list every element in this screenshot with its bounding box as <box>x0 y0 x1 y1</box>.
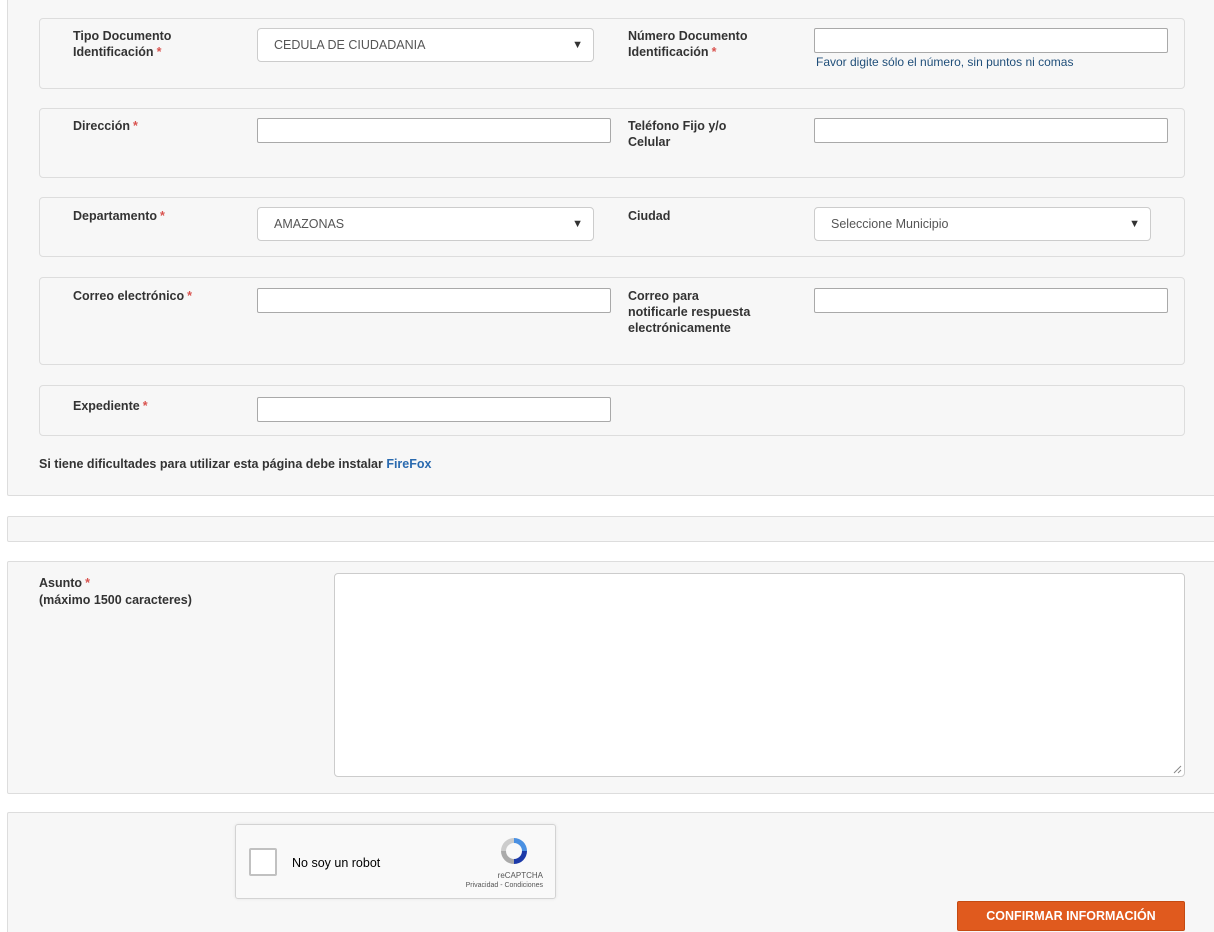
correo-notificar-label: Correo para notificarle respuesta electr… <box>628 289 751 335</box>
ciudad-select[interactable]: Seleccione Municipio ▼ <box>814 207 1151 241</box>
expediente-input[interactable] <box>257 397 611 422</box>
departamento-select[interactable]: AMAZONAS ▼ <box>257 207 594 241</box>
departamento-value: AMAZONAS <box>274 217 345 231</box>
ciudad-label: Ciudad <box>628 209 671 223</box>
recaptcha-brand: reCAPTCHA <box>497 871 543 880</box>
direccion-input[interactable] <box>257 118 611 143</box>
numero-documento-label: Número Documento Identificación * <box>628 29 748 59</box>
required-mark: * <box>187 289 193 303</box>
confirmar-button[interactable]: CONFIRMAR INFORMACIÓN <box>957 901 1185 931</box>
firefox-link[interactable]: FireFox <box>386 457 431 471</box>
departamento-label: Departamento * <box>73 209 165 223</box>
recaptcha-widget: No soy un robot reCAPTCHA Privacidad - C… <box>235 824 556 899</box>
asunto-sublabel: (máximo 1500 caracteres) <box>39 593 192 607</box>
correo-label: Correo electrónico * <box>73 289 193 303</box>
required-mark: * <box>142 399 148 413</box>
asunto-textarea[interactable] <box>334 573 1185 777</box>
separator-panel <box>7 516 1214 542</box>
firefox-note: Si tiene dificultades para utilizar esta… <box>39 457 431 471</box>
asunto-label: Asunto * <box>39 576 90 590</box>
recaptcha-label: No soy un robot <box>292 856 381 870</box>
triangle-down-icon: ▼ <box>572 218 583 230</box>
tipo-documento-label: Tipo Documento Identificación * <box>73 29 172 59</box>
triangle-down-icon: ▼ <box>1129 218 1140 230</box>
required-mark: * <box>156 45 162 59</box>
correo-notificar-input[interactable] <box>814 288 1168 313</box>
recaptcha-links[interactable]: Privacidad - Condiciones <box>466 882 543 889</box>
required-mark: * <box>132 119 138 133</box>
telefono-input[interactable] <box>814 118 1168 143</box>
triangle-down-icon: ▼ <box>572 39 583 51</box>
row-expediente <box>39 385 1185 436</box>
direccion-label: Dirección * <box>73 119 138 133</box>
required-mark: * <box>85 576 90 590</box>
numero-documento-input[interactable] <box>814 28 1168 53</box>
resize-handle-icon[interactable] <box>1172 764 1182 774</box>
recaptcha-checkbox[interactable] <box>249 848 277 876</box>
telefono-label: Teléfono Fijo y/o Celular <box>628 119 727 149</box>
required-mark: * <box>160 209 165 223</box>
numero-documento-hint: Favor digite sólo el número, sin puntos … <box>816 55 1074 69</box>
required-mark: * <box>711 45 717 59</box>
correo-input[interactable] <box>257 288 611 313</box>
tipo-documento-value: CEDULA DE CIUDADANIA <box>274 38 426 52</box>
firefox-note-text: Si tiene dificultades para utilizar esta… <box>39 457 387 471</box>
tipo-documento-select[interactable]: CEDULA DE CIUDADANIA ▼ <box>257 28 594 62</box>
ciudad-value: Seleccione Municipio <box>831 217 949 231</box>
expediente-label: Expediente * <box>73 399 148 413</box>
recaptcha-icon <box>501 838 527 864</box>
